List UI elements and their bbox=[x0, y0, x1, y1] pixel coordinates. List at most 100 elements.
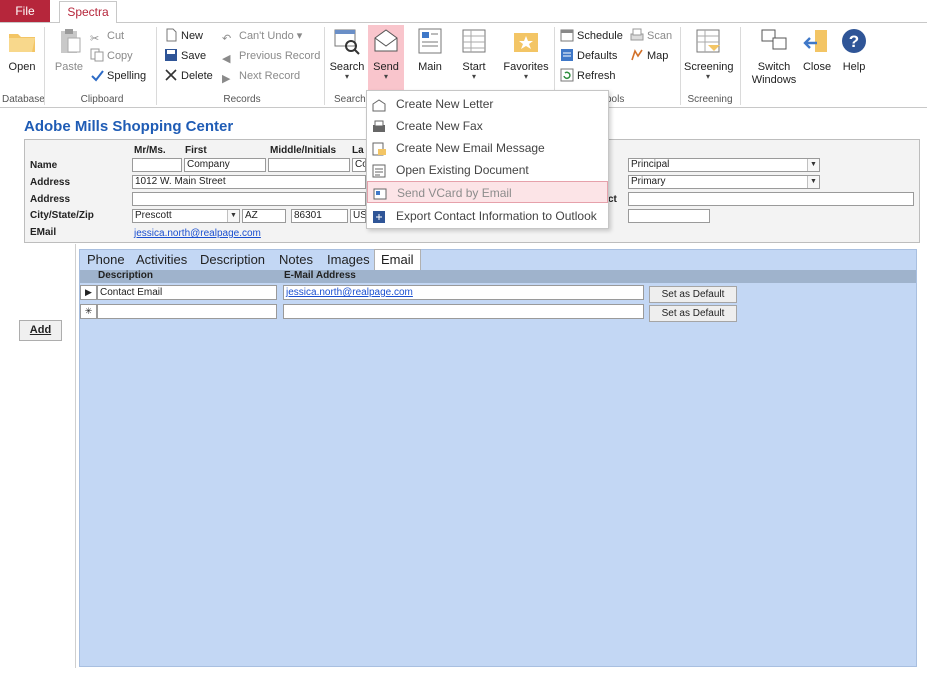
help-button[interactable]: ? Help bbox=[838, 25, 870, 73]
refresh-icon bbox=[560, 68, 574, 82]
open-label: Open bbox=[8, 61, 36, 73]
first-name-field[interactable]: Company bbox=[184, 158, 266, 172]
middle-name-field[interactable] bbox=[268, 158, 350, 172]
cut-button[interactable]: ✂ Cut bbox=[90, 27, 124, 45]
right-text-field[interactable] bbox=[628, 192, 914, 206]
country-field[interactable]: US bbox=[350, 209, 366, 223]
chevron-down-icon[interactable]: ▼ bbox=[807, 176, 819, 188]
close-button[interactable]: Close bbox=[800, 25, 834, 73]
address1-field[interactable]: 1012 W. Main Street bbox=[132, 175, 366, 189]
next-record-button[interactable]: ▶ Next Record bbox=[222, 67, 300, 85]
role-value: Principal bbox=[631, 159, 670, 170]
chevron-down-icon: ▾ bbox=[523, 72, 528, 81]
switch-windows-button[interactable]: Switch Windows bbox=[750, 25, 798, 87]
favorites-button[interactable]: Favorites ▾ bbox=[502, 25, 550, 81]
save-button[interactable]: Save bbox=[164, 47, 206, 65]
scan-label: Scan bbox=[647, 30, 673, 42]
scanner-icon bbox=[630, 28, 644, 42]
tab-email[interactable]: Email bbox=[374, 249, 421, 270]
screening-button[interactable]: Screening ▾ bbox=[684, 25, 734, 81]
previous-record-button[interactable]: ◀ Previous Record bbox=[222, 47, 320, 65]
schedule-button[interactable]: Schedule bbox=[560, 27, 623, 45]
email-address-column-header: E-Mail Address bbox=[284, 270, 356, 281]
type-select[interactable]: Primary ▼ bbox=[628, 175, 820, 189]
group-label-records: Records bbox=[223, 94, 261, 105]
role-select[interactable]: Principal ▼ bbox=[628, 158, 820, 172]
menu-item-create-new-fax[interactable]: Create New Fax bbox=[367, 115, 608, 137]
new-record-button[interactable]: New bbox=[164, 27, 203, 45]
switch-windows-label: Switch Windows bbox=[751, 61, 797, 86]
tab-description[interactable]: Description bbox=[200, 249, 265, 270]
mr-ms-field[interactable] bbox=[132, 158, 182, 172]
tab-images[interactable]: Images bbox=[327, 249, 370, 270]
scan-button[interactable]: Scan bbox=[630, 27, 672, 45]
address2-field[interactable] bbox=[132, 192, 366, 206]
undo-button[interactable]: ↶ Can't Undo ▾ bbox=[222, 27, 302, 45]
undo-icon: ↶ bbox=[222, 33, 232, 45]
map-button[interactable]: Map bbox=[630, 47, 668, 65]
tab-spectra[interactable]: Spectra bbox=[59, 1, 117, 23]
ribbon-tab-bar: File Spectra bbox=[0, 0, 927, 23]
email-description-cell[interactable]: Contact Email bbox=[97, 285, 277, 300]
new-email-address-cell[interactable] bbox=[283, 304, 644, 319]
star-folder-icon bbox=[510, 25, 542, 57]
set-as-default-label: Set as Default bbox=[661, 308, 725, 319]
email-address-cell[interactable]: jessica.north@realpage.com bbox=[283, 285, 644, 300]
partial-label: ct bbox=[608, 194, 617, 205]
start-button[interactable]: Start ▾ bbox=[456, 25, 492, 81]
open-button[interactable]: Open bbox=[4, 25, 40, 73]
last-name-field[interactable]: Co bbox=[352, 158, 366, 172]
main-button[interactable]: Main bbox=[412, 25, 448, 73]
outlook-export-icon bbox=[372, 209, 386, 223]
spelling-button[interactable]: Spelling bbox=[90, 67, 146, 85]
set-as-default-button[interactable]: Set as Default bbox=[649, 305, 737, 322]
city-state-zip-label: City/State/Zip bbox=[30, 210, 94, 221]
tab-file[interactable]: File bbox=[0, 0, 50, 22]
side-panel bbox=[0, 244, 76, 668]
main-form-icon bbox=[414, 25, 446, 57]
last-header: La bbox=[352, 145, 364, 156]
tab-notes[interactable]: Notes bbox=[279, 249, 313, 270]
fax-icon bbox=[372, 119, 386, 133]
next-record-label: Next Record bbox=[239, 70, 301, 82]
search-button[interactable]: Search ▾ bbox=[328, 25, 366, 81]
city-field[interactable]: Prescott ▼ bbox=[132, 209, 240, 223]
menu-item-create-new-email[interactable]: Create New Email Message bbox=[367, 137, 608, 159]
tab-phone[interactable]: Phone bbox=[87, 249, 125, 270]
undo-label: Can't Undo bbox=[239, 30, 294, 42]
description-column-header: Description bbox=[98, 270, 154, 281]
delete-button[interactable]: Delete bbox=[164, 67, 213, 85]
add-button[interactable]: Add bbox=[19, 320, 62, 341]
menu-item-create-new-letter[interactable]: Create New Letter bbox=[367, 93, 608, 115]
set-as-default-button[interactable]: Set as Default bbox=[649, 286, 737, 303]
copy-button[interactable]: Copy bbox=[90, 47, 133, 65]
menu-item-export-to-outlook[interactable]: Export Contact Information to Outlook bbox=[367, 205, 608, 227]
chevron-down-icon[interactable]: ▼ bbox=[227, 210, 239, 222]
email-link[interactable]: jessica.north@realpage.com bbox=[134, 228, 261, 239]
zip-field[interactable]: 86301 bbox=[291, 209, 348, 223]
menu-item-label: Create New Letter bbox=[396, 97, 494, 111]
vcard-icon bbox=[373, 186, 387, 200]
menu-item-open-existing-document[interactable]: Open Existing Document bbox=[367, 159, 608, 181]
first-header: First bbox=[185, 145, 207, 156]
menu-item-send-vcard[interactable]: Send VCard by Email bbox=[367, 181, 608, 203]
new-email-description-cell[interactable] bbox=[97, 304, 277, 319]
page-title: Adobe Mills Shopping Center bbox=[24, 118, 234, 135]
state-field[interactable]: AZ bbox=[242, 209, 286, 223]
right-small-field[interactable] bbox=[628, 209, 710, 223]
chevron-down-icon[interactable]: ▼ bbox=[807, 159, 819, 171]
paste-button[interactable]: Paste bbox=[52, 25, 86, 73]
group-divider bbox=[680, 27, 681, 105]
tab-activities[interactable]: Activities bbox=[136, 249, 187, 270]
add-label: Add bbox=[29, 324, 52, 336]
defaults-button[interactable]: Defaults bbox=[560, 47, 617, 65]
asterisk-icon: ✳ bbox=[84, 306, 93, 316]
search-icon bbox=[331, 25, 363, 57]
send-button[interactable]: Send ▾ bbox=[368, 25, 404, 91]
chevron-down-icon: ▾ bbox=[344, 72, 349, 81]
row-selector-current[interactable]: ▶ bbox=[80, 285, 97, 300]
refresh-button[interactable]: Refresh bbox=[560, 67, 616, 85]
triangle-left-icon: ◀ bbox=[222, 53, 231, 65]
type-value: Primary bbox=[631, 176, 666, 187]
row-selector-new[interactable]: ✳ bbox=[80, 304, 97, 319]
